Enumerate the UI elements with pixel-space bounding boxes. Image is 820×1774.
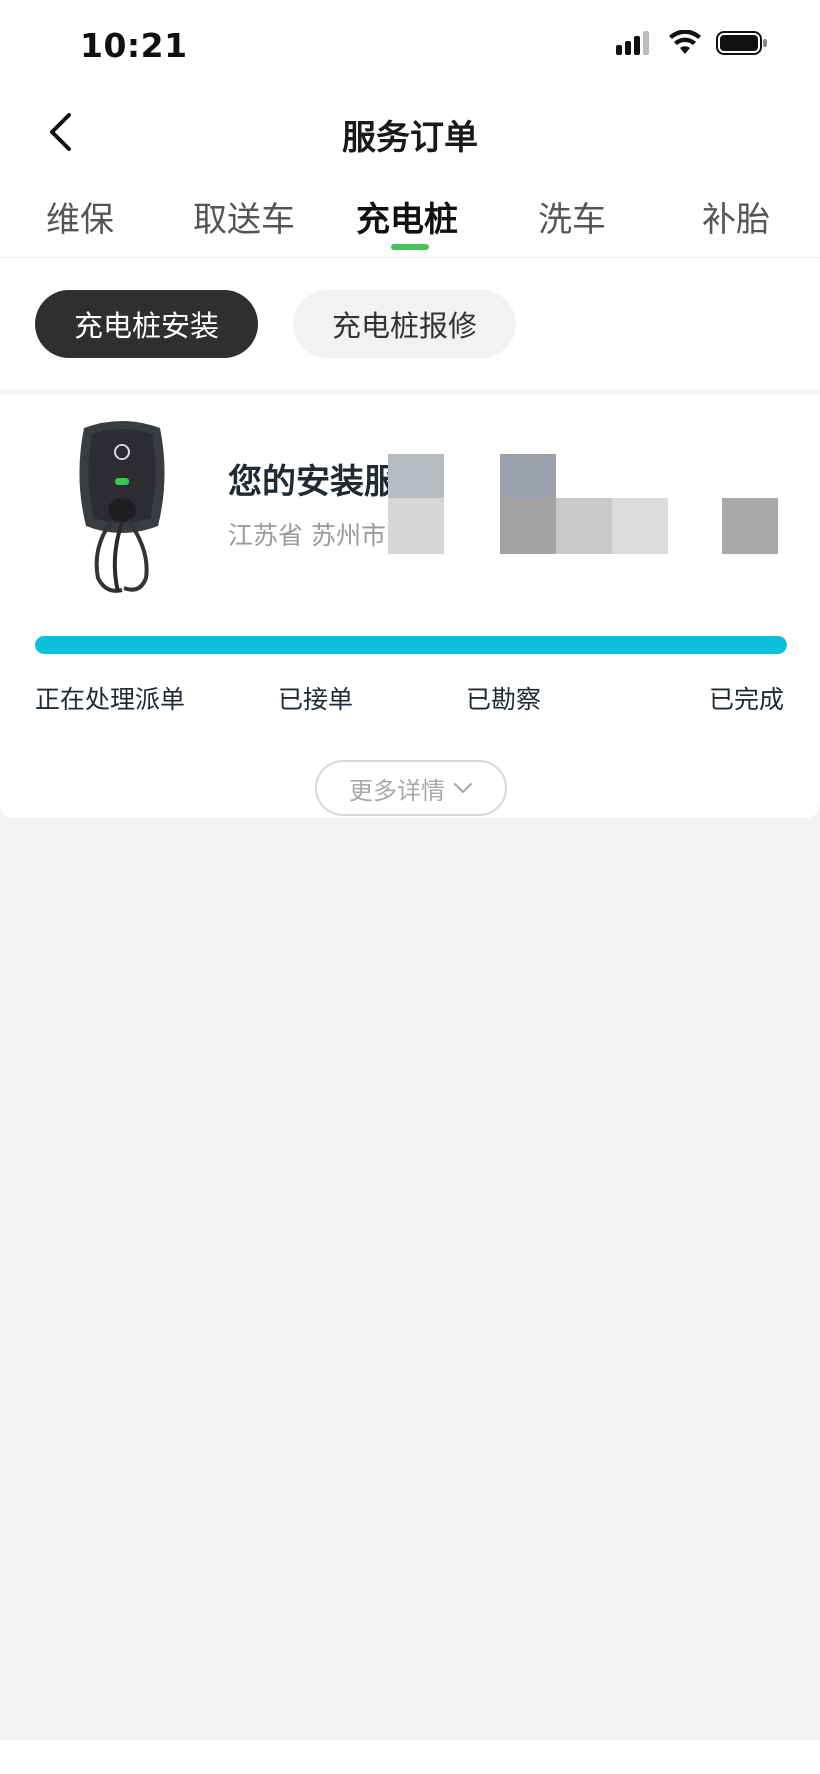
nav-bar: 服务订单 — [0, 92, 820, 172]
tab-maintenance[interactable]: 维保 — [46, 192, 114, 241]
subtab-charger-install[interactable]: 充电桩安装 — [35, 290, 258, 358]
step-dispatching: 正在处理派单 — [35, 685, 186, 714]
page-title: 服务订单 — [342, 118, 478, 158]
wifi-icon — [669, 30, 701, 54]
status-bar: 10:21 — [0, 0, 820, 90]
order-card: 充电桩安装 充电桩报修 您的安装服务已完成 江苏省 苏州市 正在处理派单 已接单… — [0, 258, 820, 818]
chevron-down-icon — [454, 783, 472, 793]
subtab-charger-repair[interactable]: 充电桩报修 — [293, 290, 516, 358]
step-completed: 已完成 — [709, 685, 785, 714]
step-surveyed: 已勘察 — [466, 685, 542, 714]
tab-car-wash[interactable]: 洗车 — [538, 192, 606, 241]
more-details-label: 更多详情 — [349, 776, 445, 805]
status-time: 10:21 — [80, 26, 188, 65]
ev-charger-image — [79, 421, 165, 593]
more-details-button[interactable]: 更多详情 — [315, 760, 507, 816]
bottom-safe-area — [0, 1740, 820, 1774]
privacy-mosaic — [388, 454, 778, 554]
order-address: 江苏省 苏州市 — [228, 521, 386, 550]
order-progress-fill — [35, 636, 787, 654]
tab-tire-repair[interactable]: 补胎 — [702, 192, 770, 241]
tab-charging-pile[interactable]: 充电桩 — [356, 192, 458, 241]
order-progress-bar — [35, 636, 787, 654]
status-icons — [616, 30, 768, 56]
battery-icon — [716, 31, 767, 55]
tab-pickup-delivery[interactable]: 取送车 — [193, 192, 295, 241]
step-accepted: 已接单 — [278, 685, 354, 714]
active-tab-indicator — [391, 244, 429, 250]
card-divider — [0, 390, 820, 394]
cellular-signal-icon — [616, 31, 649, 55]
service-tabs: 维保 取送车 充电桩 洗车 补胎 — [0, 178, 820, 258]
